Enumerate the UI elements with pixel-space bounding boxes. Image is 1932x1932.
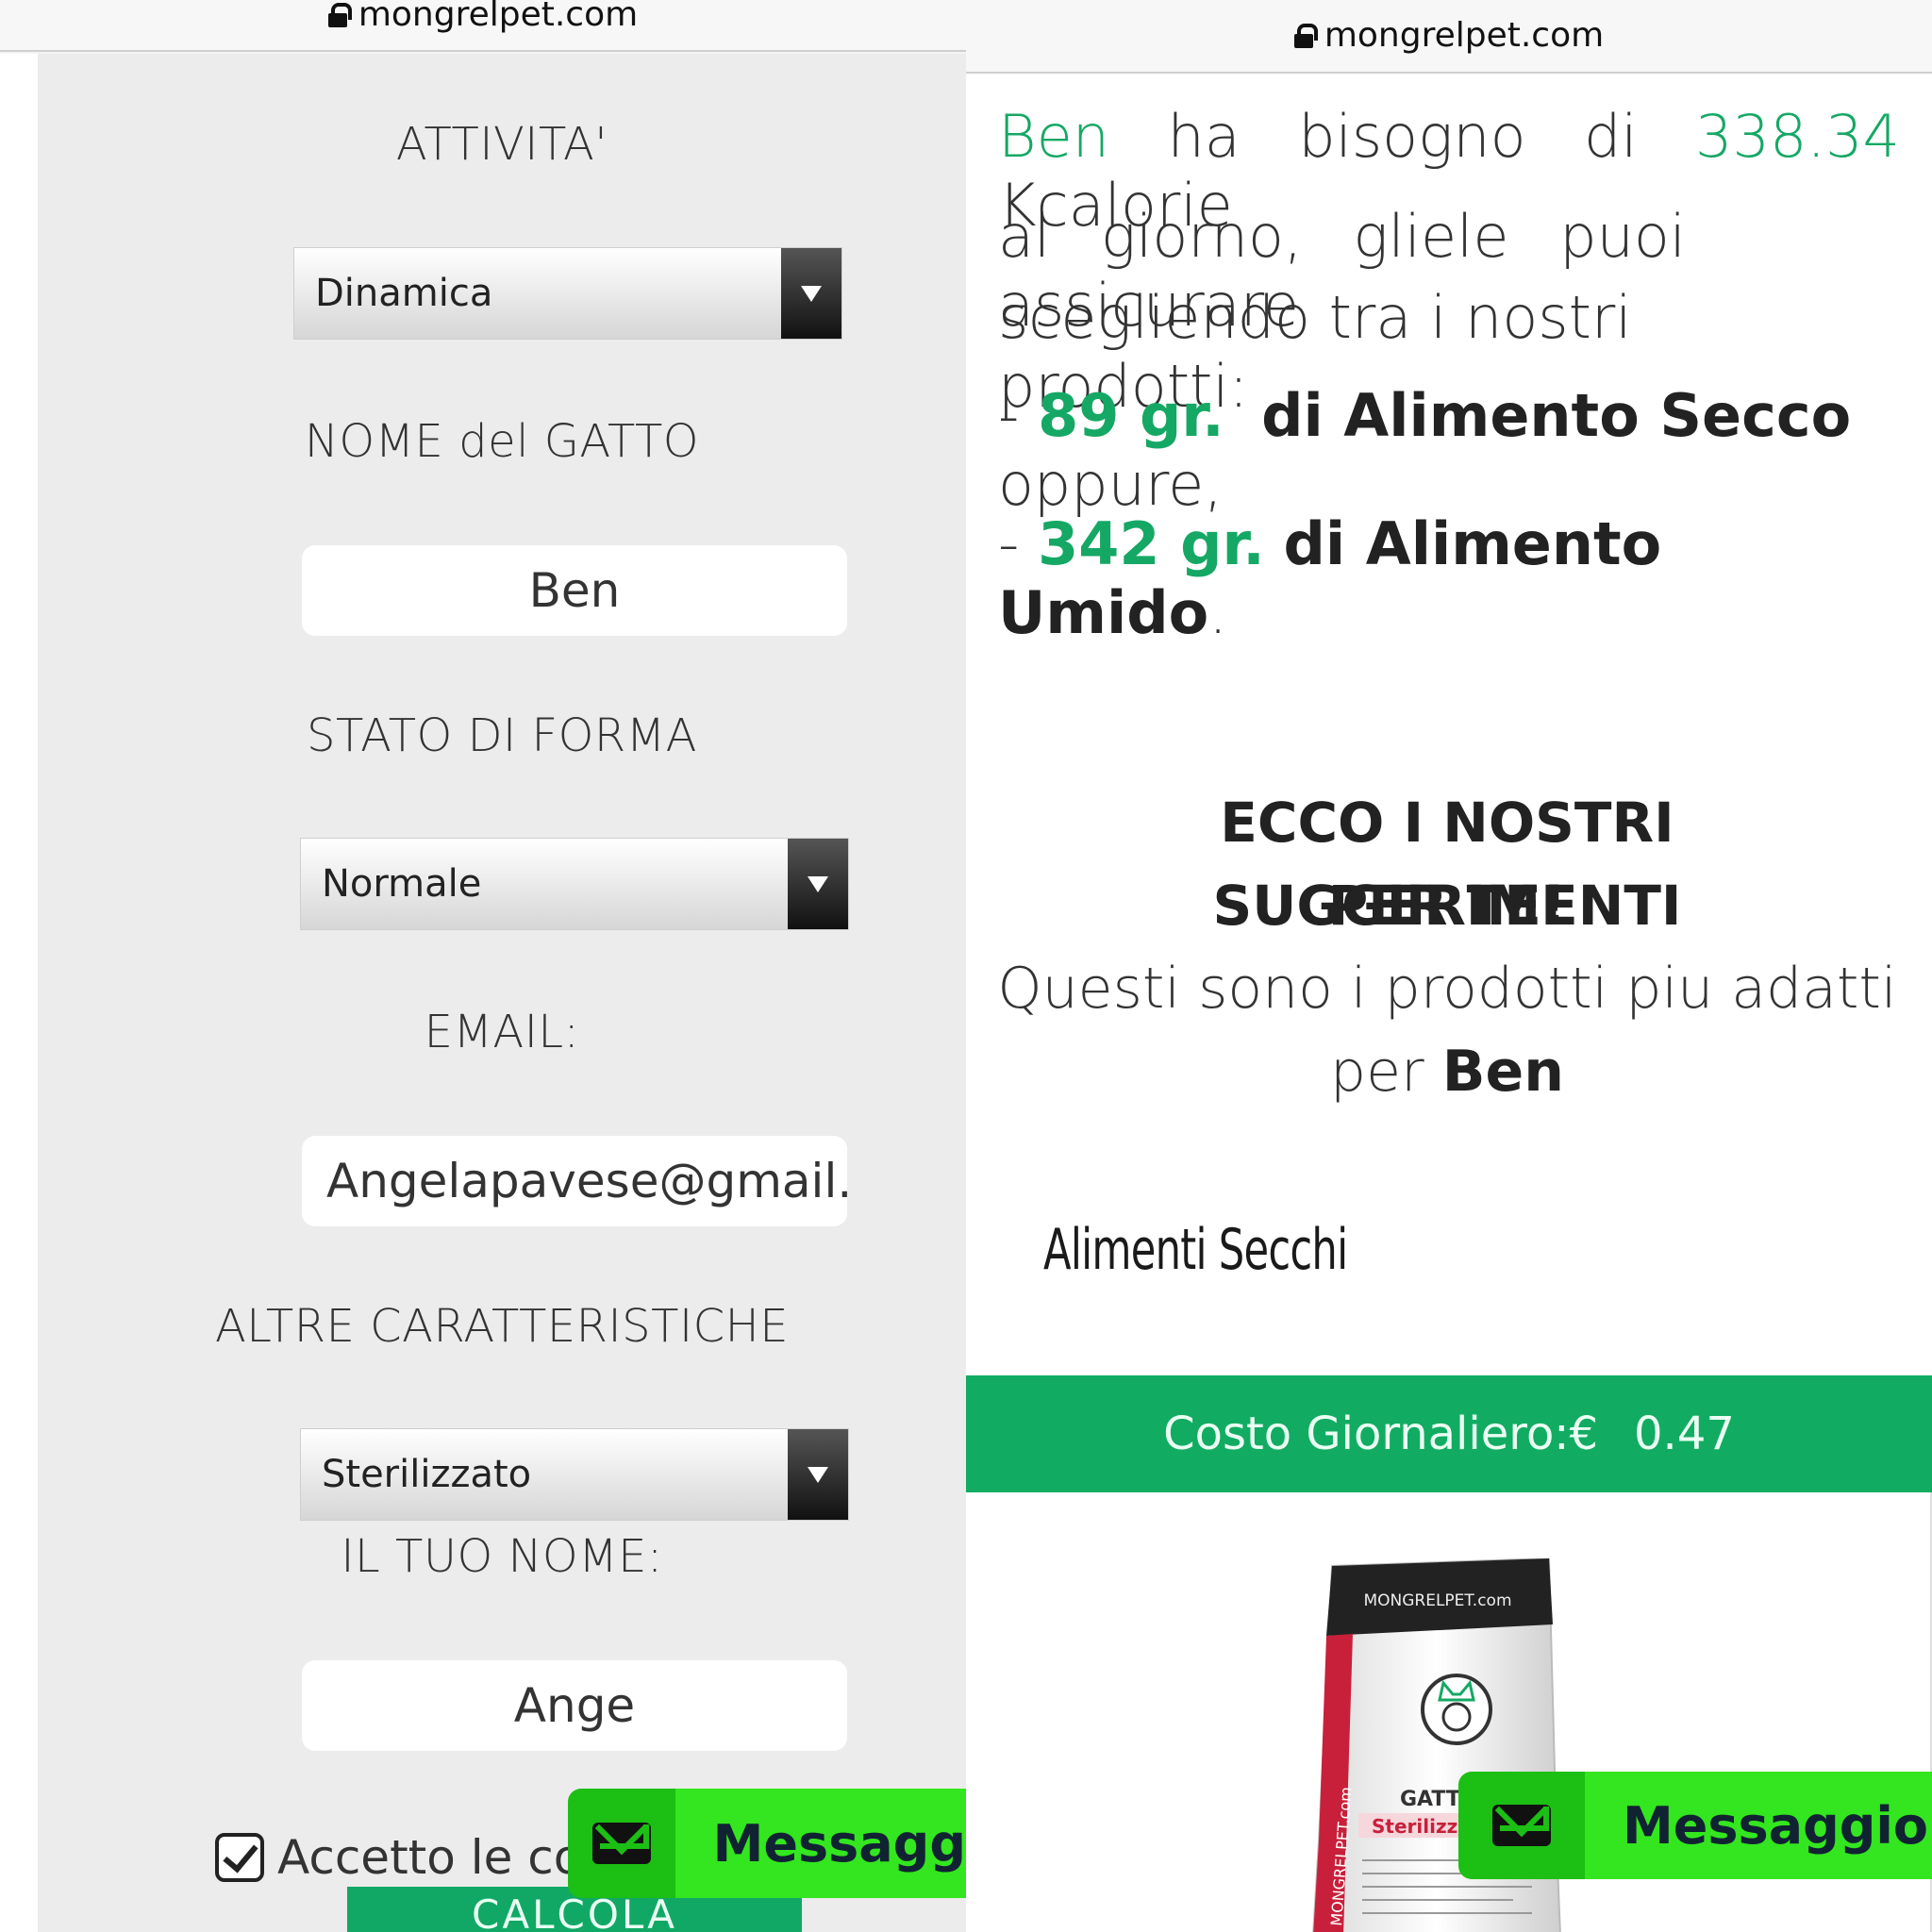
- terms-checkbox[interactable]: [215, 1833, 264, 1882]
- address-bar[interactable]: mongrelpet.com: [966, 0, 1932, 74]
- daily-cost-label: Costo Giornaliero:€: [1163, 1407, 1599, 1460]
- daily-cost-value: 0.47: [1634, 1407, 1735, 1460]
- attivita-label: ATTIVITA': [395, 118, 608, 171]
- message-button-label: Messaggio: [1585, 1772, 1932, 1879]
- dropdown-arrow-icon[interactable]: [788, 839, 848, 929]
- tuo-nome-input[interactable]: Ange: [302, 1660, 847, 1751]
- lock-icon: [1293, 24, 1318, 48]
- terms-row: Accetto le con: [215, 1830, 612, 1885]
- message-button[interactable]: Messagg: [568, 1789, 966, 1898]
- kcal-value: 338.34: [1695, 102, 1900, 171]
- dry-food-grams: 89 gr.: [1038, 381, 1224, 450]
- tuo-nome-label: IL TUO NOME:: [341, 1530, 663, 1583]
- attivita-selected-value: Dinamica: [315, 272, 493, 315]
- email-label: EMAIL:: [424, 1006, 580, 1058]
- lock-icon: [327, 3, 352, 27]
- wet-food-grams: 342 gr.: [1038, 509, 1265, 578]
- attivita-select[interactable]: Dinamica: [293, 247, 842, 340]
- dropdown-arrow-icon[interactable]: [781, 248, 841, 339]
- dry-food-amount-line: - 89 gr. di Alimento Secco oppure,: [998, 381, 1852, 519]
- message-button[interactable]: Messaggio: [1458, 1772, 1932, 1879]
- altre-caratteristiche-select[interactable]: Sterilizzato: [300, 1428, 849, 1521]
- address-bar[interactable]: mongrelpet.com: [0, 0, 966, 52]
- nome-gatto-label: NOME del GATTO: [304, 415, 700, 468]
- dropdown-arrow-icon[interactable]: [788, 1429, 848, 1520]
- daily-cost-bar: Costo Giornaliero:€ 0.47: [966, 1375, 1932, 1492]
- stato-forma-label: STATO DI FORMA: [307, 709, 697, 762]
- wet-food-amount-line: - 342 gr. di Alimento Umido.: [998, 509, 1662, 647]
- altre-selected-value: Sterilizzato: [322, 1453, 532, 1496]
- envelope-icon: [591, 1801, 651, 1864]
- suggestions-heading-2: PER TE!: [1327, 874, 1567, 938]
- cat-name: Ben: [998, 102, 1110, 171]
- terms-label: Accetto le con: [277, 1830, 613, 1885]
- email-input[interactable]: Angelapavese@gmail.c: [302, 1136, 847, 1226]
- envelope-icon: [1492, 1783, 1551, 1846]
- nome-gatto-input[interactable]: Ben: [302, 545, 847, 636]
- url-text: mongrelpet.com: [1324, 16, 1605, 55]
- stato-forma-select[interactable]: Normale: [300, 838, 849, 930]
- bag-brand-text: MONGRELPET.com: [1363, 1591, 1511, 1610]
- suggestions-subtitle: Questi sono i prodotti piu adatti: [997, 956, 1897, 1022]
- section-title-dry-food: Alimenti Secchi: [1043, 1217, 1348, 1283]
- left-screenshot: mongrelpet.com ATTIVITA' Dinamica NOME d…: [0, 0, 966, 1932]
- stato-forma-selected-value: Normale: [322, 862, 482, 906]
- url-text: mongrelpet.com: [358, 0, 639, 34]
- suggestions-subtitle-2: per Ben: [1330, 1039, 1564, 1105]
- right-screenshot: mongrelpet.com Ben ha bisogno di 338.34 …: [966, 0, 1932, 1932]
- bag-line-2: Sterilizz: [1372, 1815, 1457, 1838]
- page-margin: [0, 54, 38, 1932]
- message-button-label: Messagg: [675, 1789, 966, 1898]
- altre-caratteristiche-label: ALTRE CARATTERISTICHE: [214, 1300, 790, 1353]
- cat-name-bold: Ben: [1441, 1039, 1564, 1105]
- dry-food-label: di Alimento Secco: [1261, 381, 1852, 450]
